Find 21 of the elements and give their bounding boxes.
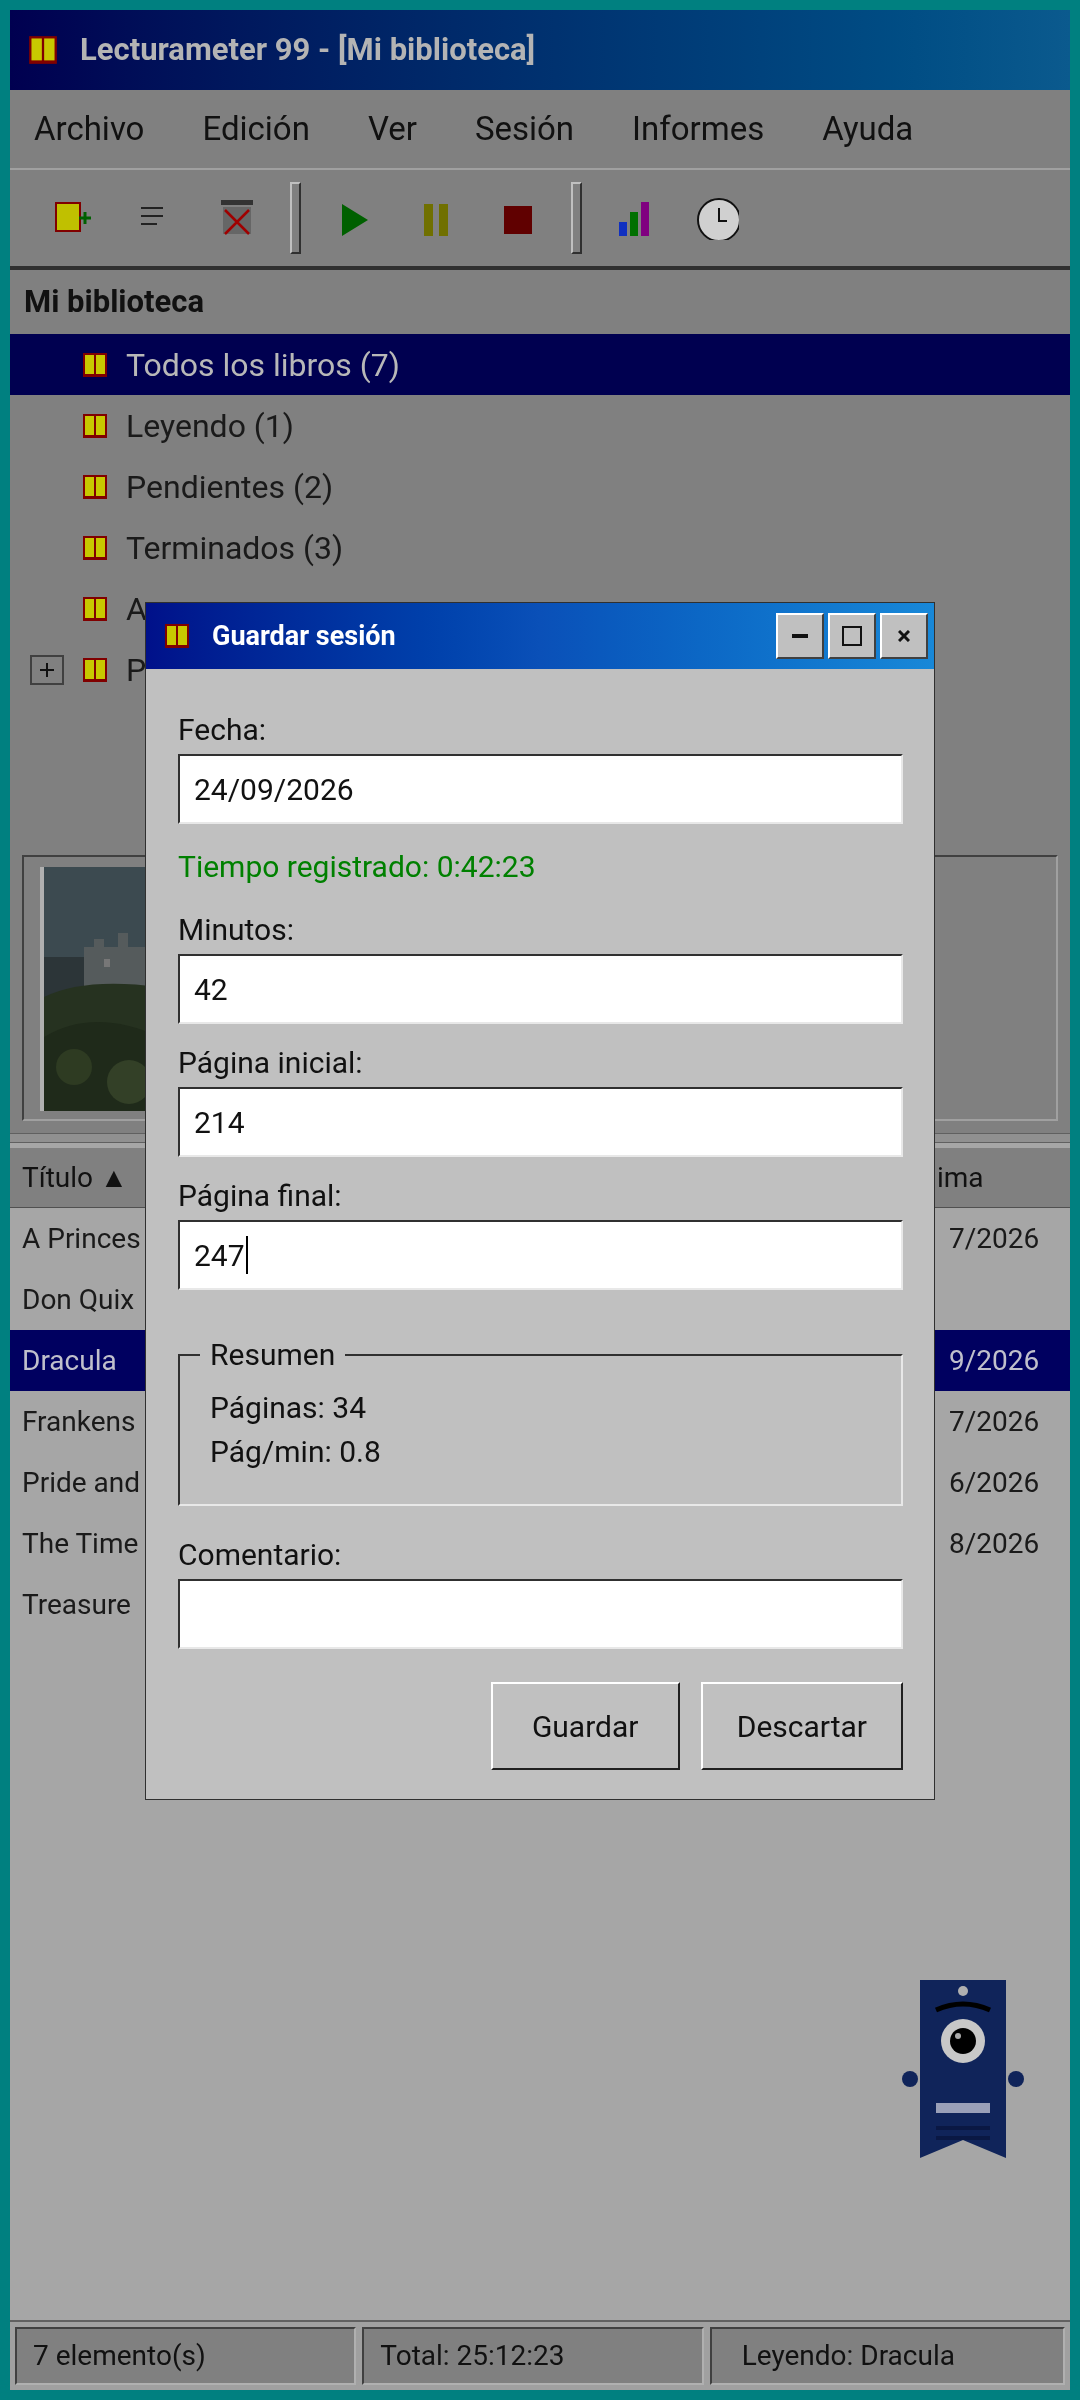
- field-label: Comentario:: [178, 1536, 343, 1574]
- table-cell-text: 6/2026: [948, 1464, 1040, 1501]
- recorded-time-text: Tiempo registrado: 0:42:23: [178, 848, 537, 886]
- field-label: Fecha:: [178, 711, 267, 749]
- status-panel: Total: 25:12:23: [362, 2327, 704, 2385]
- field-label: Minutos:: [178, 911, 295, 949]
- field-label: Página inicial:: [178, 1044, 364, 1082]
- summary-line: Páginas: 34: [210, 1389, 368, 1427]
- table-cell-text: Pride and: [21, 1464, 142, 1501]
- table-cell-text: Treasure: [21, 1586, 132, 1623]
- status-panel: 7 elemento(s): [15, 2327, 357, 2385]
- window-title: Lecturameter 99 - [Mi biblioteca]: [80, 29, 536, 70]
- table-cell-text: 9/2026: [948, 1342, 1040, 1379]
- table-cell-text: Dracula: [21, 1342, 118, 1379]
- table-cell-text: A Princes: [21, 1220, 142, 1257]
- summary-line: Pág/min: 0.8: [210, 1433, 382, 1471]
- dialog-title: Guardar sesión: [212, 618, 397, 654]
- table-cell-text: 7/2026: [948, 1220, 1040, 1257]
- status-panel: Leyendo: Dracula: [709, 2327, 1065, 2385]
- field-label: Página final:: [178, 1177, 343, 1215]
- table-cell-text: Don Quix: [21, 1281, 136, 1318]
